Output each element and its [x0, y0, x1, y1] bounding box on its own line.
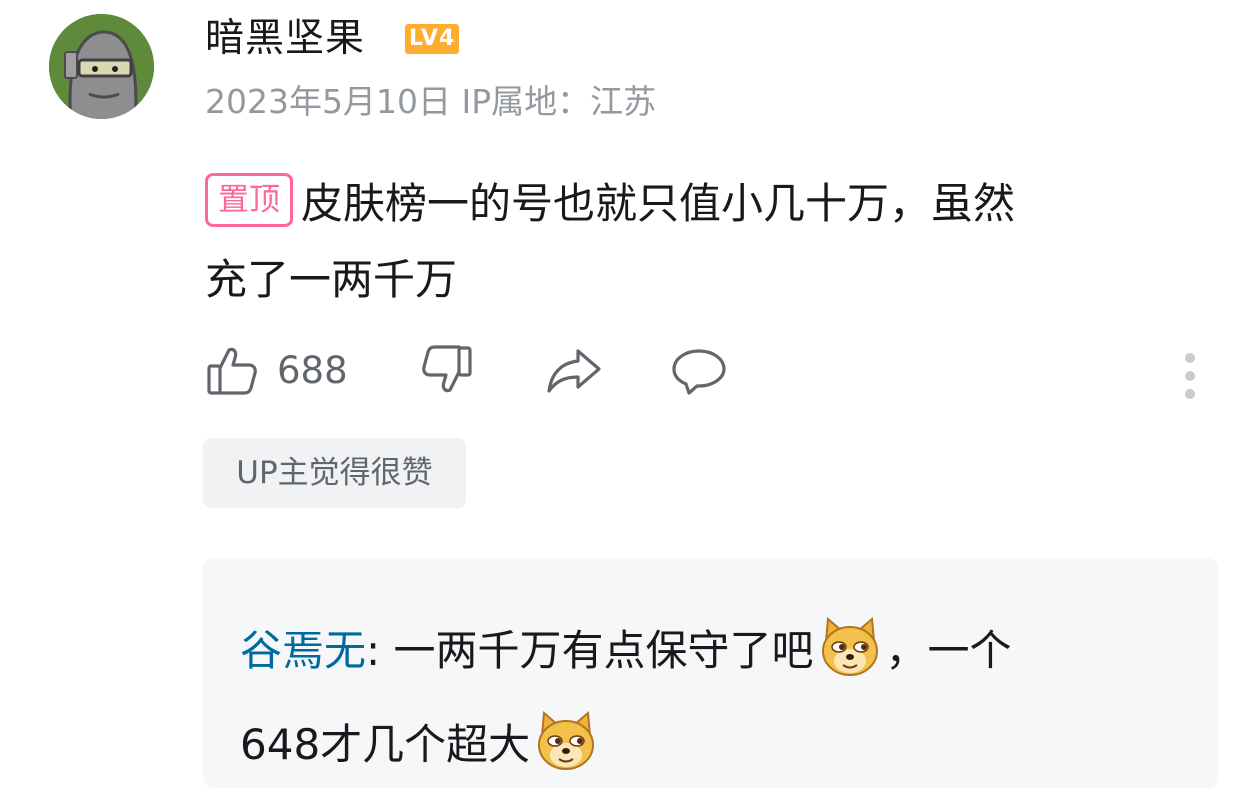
comment-content: 置顶 皮肤榜一的号也就只值小几十万，虽然 充了一两千万 — [205, 166, 1225, 318]
like-button[interactable]: 688 — [205, 343, 348, 397]
vertical-dots-icon — [1178, 343, 1202, 409]
reply-text-part2: ，一个 — [885, 626, 1012, 675]
reply-text-part3: 648才几个超大 — [240, 720, 531, 769]
level-badge: LV4 — [405, 24, 460, 54]
comment-text-line2: 充了一两千万 — [205, 255, 458, 304]
doge-face-icon — [534, 709, 598, 773]
comment-actions: 688 — [205, 343, 1225, 409]
reply-text: 谷焉无: 一两千万有点保守了吧 ，一个 648才几个超大 — [240, 604, 1190, 792]
up-liked-tag: UP主觉得很赞 — [203, 438, 466, 508]
reply-separator: : — [366, 626, 394, 675]
dislike-button[interactable] — [420, 343, 474, 397]
thumbs-up-icon — [205, 343, 259, 397]
avatar[interactable] — [49, 14, 154, 119]
share-arrow-icon — [545, 343, 603, 397]
reply-text-part1: 一两千万有点保守了吧 — [393, 626, 814, 675]
reply-username[interactable]: 谷焉无 — [240, 626, 366, 675]
like-count: 688 — [277, 348, 348, 392]
comment-text-line1: 皮肤榜一的号也就只值小几十万，虽然 — [301, 179, 1016, 228]
comment-meta: 2023年5月10日 IP属地：江苏 — [205, 82, 657, 121]
more-options-button[interactable] — [1178, 343, 1202, 409]
reply-preview[interactable]: 谷焉无: 一两千万有点保守了吧 ，一个 648才几个超大 — [203, 558, 1218, 788]
speech-bubble-icon — [670, 343, 728, 397]
share-button[interactable] — [545, 343, 603, 397]
doge-face-icon — [818, 615, 882, 679]
thumbs-down-icon — [420, 343, 474, 397]
reply-button[interactable] — [670, 343, 728, 397]
pinned-badge: 置顶 — [205, 173, 293, 227]
username[interactable]: 暗黑坚果 — [205, 14, 365, 64]
